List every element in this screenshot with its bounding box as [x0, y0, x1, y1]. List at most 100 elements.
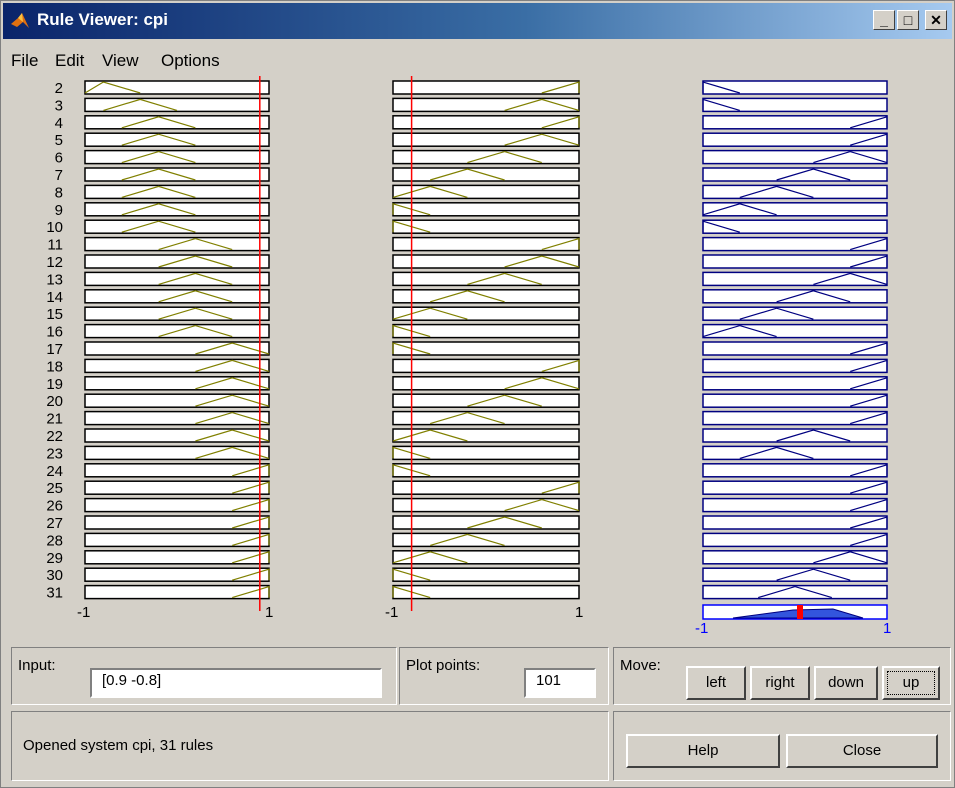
rule-number-label: 26 — [46, 498, 63, 515]
mf-box — [392, 445, 580, 461]
status-text: Opened system cpi, 31 rules — [23, 737, 214, 754]
mf-box — [84, 550, 270, 565]
move-up-button[interactable]: up — [882, 666, 940, 700]
mf-box — [84, 480, 270, 495]
rule-number-label: 17 — [46, 341, 63, 358]
axis-min-label: -1 — [77, 604, 90, 621]
mf-box — [392, 184, 580, 200]
input-label: Input: — [18, 657, 56, 674]
minimize-button[interactable]: _ — [873, 10, 895, 30]
move-label: Move: — [620, 657, 661, 674]
mf-box — [702, 219, 888, 234]
mf-box — [84, 463, 270, 478]
mf-box — [392, 463, 580, 478]
plot-points-label: Plot points: — [406, 657, 481, 674]
rule-number-label: 27 — [46, 515, 63, 532]
move-right-button[interactable]: right — [750, 666, 810, 700]
axis-max-label: 1 — [265, 604, 273, 621]
mf-box — [392, 254, 580, 269]
crisp-output-marker — [797, 605, 803, 619]
input-panel: Input: [0.9 -0.8] — [11, 647, 397, 705]
mf-box — [84, 341, 270, 356]
mf-box — [392, 567, 580, 582]
mf-box — [702, 202, 888, 217]
mf-box — [84, 445, 270, 461]
rule-number-label: 18 — [46, 358, 63, 375]
mf-box — [84, 567, 270, 582]
mf-box — [84, 393, 270, 408]
mf-box — [702, 254, 888, 269]
mf-box — [84, 584, 270, 600]
action-panel: Help Close — [613, 711, 951, 781]
mf-box — [392, 341, 580, 356]
rule-number-label: 8 — [55, 184, 63, 201]
mf-box — [702, 463, 888, 478]
mf-box — [702, 115, 888, 130]
menu-edit[interactable]: Edit — [55, 49, 84, 73]
close-window-button[interactable]: ✕ — [925, 10, 947, 30]
window-title: Rule Viewer: cpi — [37, 10, 169, 29]
rule-number-label: 20 — [46, 393, 63, 410]
rule-number-label: 4 — [55, 115, 63, 132]
mf-box — [702, 376, 888, 391]
mf-box — [702, 480, 888, 495]
mf-box — [702, 132, 888, 147]
mf-box — [702, 97, 888, 113]
move-down-button[interactable]: down — [814, 666, 878, 700]
mf-box — [392, 584, 580, 600]
mf-box — [84, 80, 270, 95]
move-left-button[interactable]: left — [686, 666, 746, 700]
rule-number-label: 31 — [46, 585, 63, 602]
mf-box — [392, 202, 580, 217]
rule-number-label: 28 — [46, 532, 63, 549]
mf-box — [392, 480, 580, 495]
mf-box — [84, 376, 270, 391]
mf-box — [702, 410, 888, 426]
menu-options[interactable]: Options — [161, 49, 220, 73]
mf-box — [392, 376, 580, 391]
help-button[interactable]: Help — [626, 734, 780, 768]
input-field[interactable]: [0.9 -0.8] — [90, 668, 382, 698]
mf-box — [702, 271, 888, 287]
axis-max-label: 1 — [883, 620, 891, 637]
mf-box — [702, 236, 888, 252]
title-bar: Rule Viewer: cpi _ □ ✕ — [3, 3, 952, 39]
plot-points-panel: Plot points: 101 — [399, 647, 609, 705]
axis-max-label: 1 — [575, 604, 583, 621]
mf-box — [392, 550, 580, 565]
rule-number-label: 3 — [55, 97, 63, 114]
rule-number-label: 13 — [46, 271, 63, 288]
mf-box — [392, 428, 580, 443]
close-button[interactable]: Close — [786, 734, 938, 768]
matlab-logo-icon — [11, 13, 29, 28]
minimize-icon: _ — [880, 12, 888, 28]
menu-file[interactable]: File — [11, 49, 38, 73]
mf-box — [84, 358, 270, 374]
mf-box — [392, 236, 580, 252]
mf-box — [702, 550, 888, 565]
mf-box — [392, 497, 580, 513]
rule-number-label: 25 — [46, 480, 63, 497]
rule-number-label: 10 — [46, 219, 63, 236]
axis-min-label: -1 — [695, 620, 708, 637]
rule-number-label: 6 — [55, 150, 63, 167]
mf-box — [702, 358, 888, 374]
mf-box — [392, 358, 580, 374]
mf-box — [84, 532, 270, 548]
mf-box — [392, 132, 580, 147]
mf-box — [392, 306, 580, 321]
mf-box — [392, 115, 580, 130]
maximize-button[interactable]: □ — [897, 10, 919, 30]
mf-box — [702, 341, 888, 356]
rule-number-label: 12 — [46, 254, 63, 271]
rule-number-label: 15 — [46, 306, 63, 323]
rule-number-label: 22 — [46, 428, 63, 445]
mf-box — [702, 80, 888, 95]
menu-view[interactable]: View — [102, 49, 139, 73]
axis-min-label: -1 — [385, 604, 398, 621]
mf-box — [84, 97, 270, 113]
mf-box — [702, 515, 888, 530]
close-icon: ✕ — [930, 12, 942, 28]
rule-plot-area[interactable]: 2345678910111213141516171819202122232425… — [1, 71, 954, 641]
plot-points-field[interactable]: 101 — [524, 668, 596, 698]
